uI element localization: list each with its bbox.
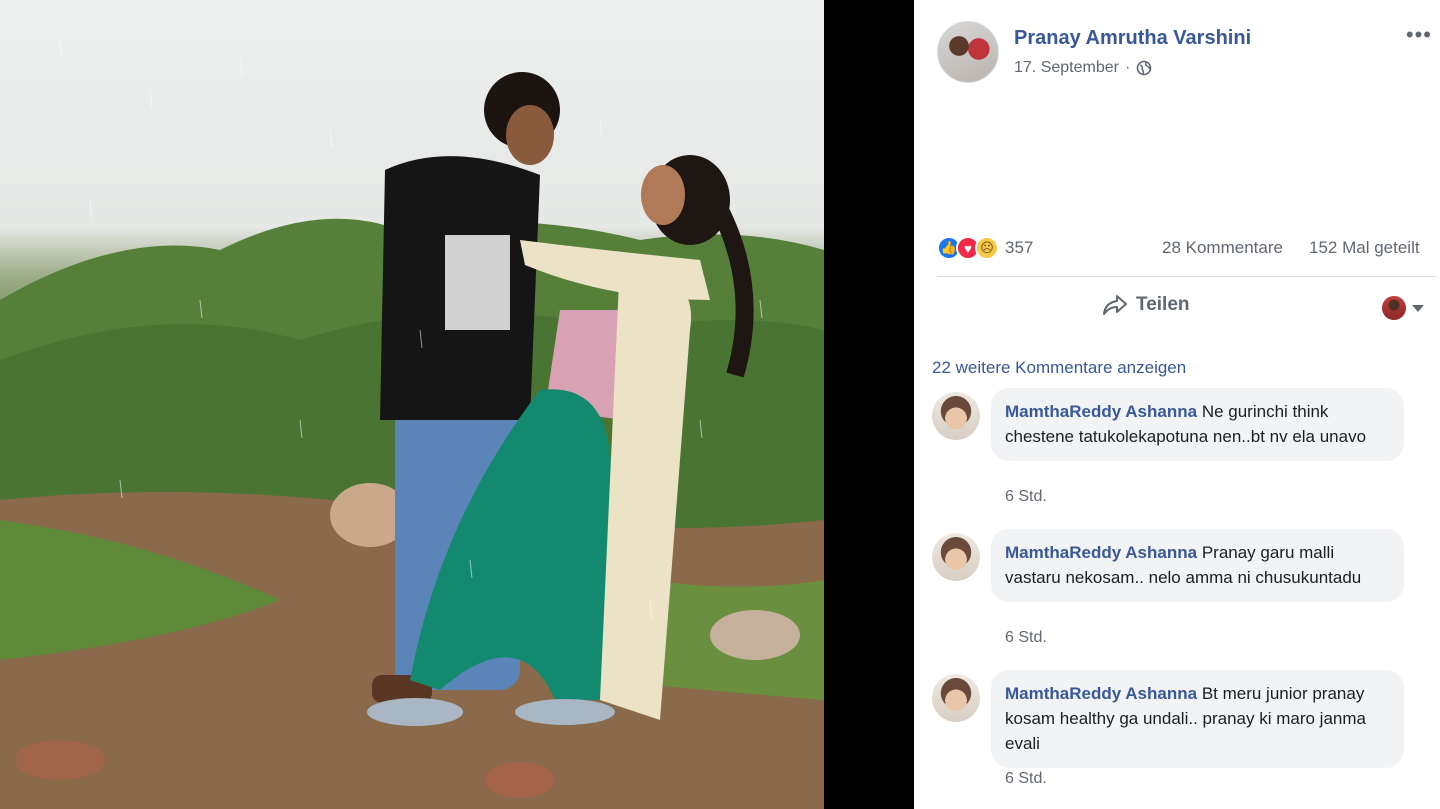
comment-author[interactable]: MamthaReddy Ashanna: [1005, 543, 1197, 562]
meta-separator: ·: [1124, 59, 1131, 76]
comment-time[interactable]: 6 Std.: [1005, 629, 1047, 647]
comment-author[interactable]: MamthaReddy Ashanna: [1005, 402, 1197, 421]
commenter-avatar[interactable]: [932, 674, 980, 722]
comments-section: 22 weitere Kommentare anzeigen MamthaRed…: [914, 338, 1440, 809]
share-count[interactable]: 152 Mal geteilt: [1309, 238, 1420, 258]
comment-bubble: MamthaReddy Ashanna Ne gurinchi think ch…: [991, 388, 1404, 461]
share-label: Teilen: [1136, 294, 1190, 315]
post-sidebar: Pranay Amrutha Varshini 17. September · …: [914, 0, 1440, 809]
action-bar: Teilen: [914, 280, 1440, 336]
comment-count[interactable]: 28 Kommentare: [1162, 238, 1283, 258]
photo-backdrop: [824, 0, 914, 809]
reaction-count[interactable]: 357: [1005, 238, 1033, 258]
more-options-icon[interactable]: •••: [1406, 22, 1432, 48]
reaction-icons[interactable]: 👍 ♥ ☹: [937, 236, 999, 260]
commenter-avatar[interactable]: [932, 533, 980, 581]
post-date[interactable]: 17. September: [1014, 59, 1119, 77]
share-icon: [1103, 295, 1127, 315]
divider: [937, 276, 1437, 277]
commenter-avatar[interactable]: [932, 392, 980, 440]
caret-down-icon: [1412, 304, 1424, 312]
identity-selector[interactable]: [1382, 296, 1424, 320]
comment-time[interactable]: 6 Std.: [1005, 488, 1047, 506]
author-avatar[interactable]: [937, 21, 999, 83]
photo-illustration: [0, 39, 824, 809]
author-name[interactable]: Pranay Amrutha Varshini: [1014, 27, 1251, 50]
post-photo[interactable]: [0, 0, 824, 809]
reaction-summary: 👍 ♥ ☹ 357 28 Kommentare 152 Mal geteilt: [937, 233, 1437, 263]
post-header: Pranay Amrutha Varshini 17. September · …: [914, 0, 1440, 110]
globe-icon[interactable]: [1136, 60, 1152, 76]
sad-icon: ☹: [975, 236, 999, 260]
comment-author[interactable]: MamthaReddy Ashanna: [1005, 684, 1197, 703]
share-button[interactable]: Teilen: [1102, 294, 1190, 316]
viewer-avatar: [1382, 296, 1406, 320]
more-comments-link[interactable]: 22 weitere Kommentare anzeigen: [932, 358, 1186, 378]
comment-bubble: MamthaReddy Ashanna Bt meru junior prana…: [991, 670, 1404, 768]
comment-bubble: MamthaReddy Ashanna Pranay garu malli va…: [991, 529, 1404, 602]
post-meta: 17. September ·: [1014, 59, 1152, 77]
comment-time[interactable]: 6 Std.: [1005, 770, 1047, 788]
